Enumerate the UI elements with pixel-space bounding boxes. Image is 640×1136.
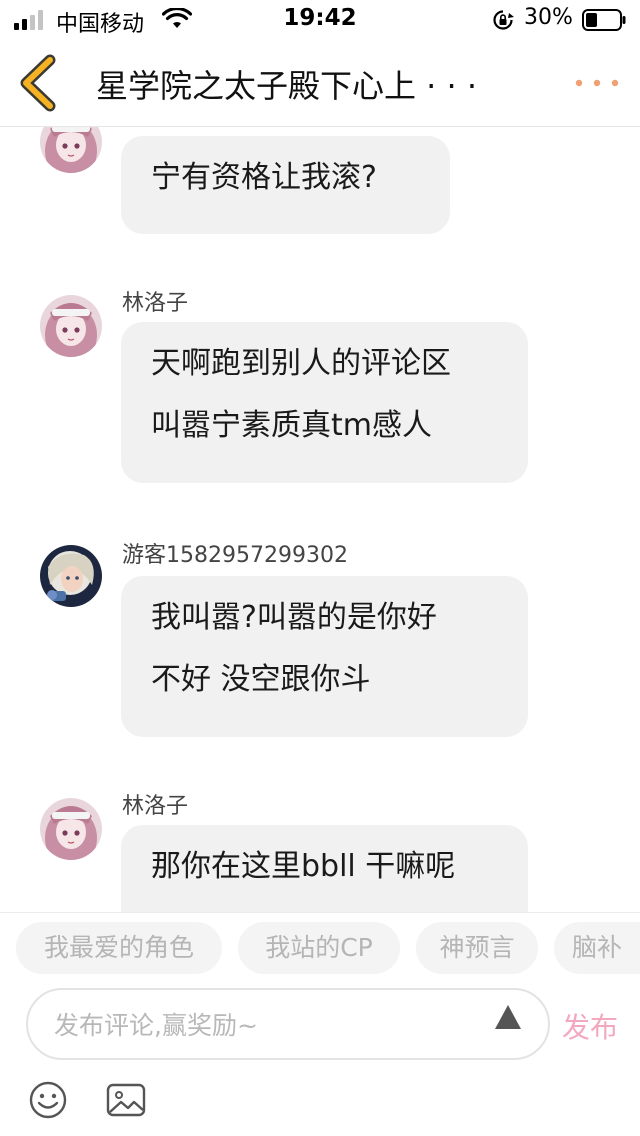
emoji-icon[interactable] <box>28 1080 68 1120</box>
battery-icon <box>582 9 626 31</box>
topic-chip[interactable]: 神预言 <box>416 922 538 974</box>
triangle-up-icon[interactable] <box>494 1004 522 1030</box>
app-screen: 中国移动 19:42 30% 星学院之太子殿下心上 · · · 宁有资格让我滚?… <box>0 0 640 1136</box>
back-button[interactable] <box>14 54 62 112</box>
comment-text-line: 宁有资格让我滚? <box>151 160 377 195</box>
comment-text-line: 我叫嚣?叫嚣的是你好 <box>151 600 437 635</box>
comment-bubble[interactable]: 天啊跑到别人的评论区 叫嚣宁素质真tm感人 <box>121 322 528 483</box>
topic-chip-row[interactable]: 我最爱的角色 我站的CP 神预言 脑补 <box>0 912 640 981</box>
anime-girl-avatar <box>40 127 102 173</box>
comment-username[interactable]: 游客1582957299302 <box>122 537 348 569</box>
status-bar: 中国移动 19:42 30% <box>0 0 640 40</box>
topic-chip[interactable]: 我最爱的角色 <box>16 922 222 974</box>
anime-girl-avatar <box>40 798 102 860</box>
comment-box <box>26 988 550 1060</box>
comment-username[interactable]: 林洛子 <box>122 285 188 317</box>
comment-text-line: 叫嚣宁素质真tm感人 <box>151 408 432 443</box>
image-icon[interactable] <box>106 1083 146 1117</box>
topic-chip[interactable]: 脑补 <box>554 922 640 974</box>
comment-bubble[interactable]: 那你在这里bbll 干嘛呢 <box>121 825 528 912</box>
publish-button[interactable]: 发布 <box>562 1006 618 1046</box>
rotation-lock-icon <box>493 10 514 30</box>
comment-username[interactable]: 林洛子 <box>122 788 188 820</box>
comment-text-line: 不好 没空跟你斗 <box>151 662 371 697</box>
comment-bubble[interactable]: 我叫嚣?叫嚣的是你好 不好 没空跟你斗 <box>121 576 528 737</box>
avatar[interactable] <box>40 295 102 357</box>
avatar[interactable] <box>40 127 102 173</box>
blonde-character-avatar <box>40 545 102 607</box>
topic-chip[interactable]: 我站的CP <box>238 922 400 974</box>
battery-percent: 30% <box>524 5 573 30</box>
avatar[interactable] <box>40 545 102 607</box>
avatar[interactable] <box>40 798 102 860</box>
comment-list[interactable]: 宁有资格让我滚? 林洛子 天啊跑到别人的评论区 叫嚣宁素质真tm感人 游客158… <box>0 127 640 912</box>
page-title: 星学院之太子殿下心上 · · · <box>96 67 478 105</box>
comment-text-line: 天啊跑到别人的评论区 <box>151 346 451 381</box>
more-button[interactable] <box>572 68 622 98</box>
nav-bar: 星学院之太子殿下心上 · · · <box>0 40 640 127</box>
comment-text-line: 那你在这里bbll 干嘛呢 <box>151 849 456 884</box>
comment-bubble[interactable]: 宁有资格让我滚? <box>121 136 450 234</box>
anime-girl-avatar <box>40 295 102 357</box>
comment-input[interactable] <box>52 990 476 1060</box>
more-dots-icon <box>575 79 583 87</box>
